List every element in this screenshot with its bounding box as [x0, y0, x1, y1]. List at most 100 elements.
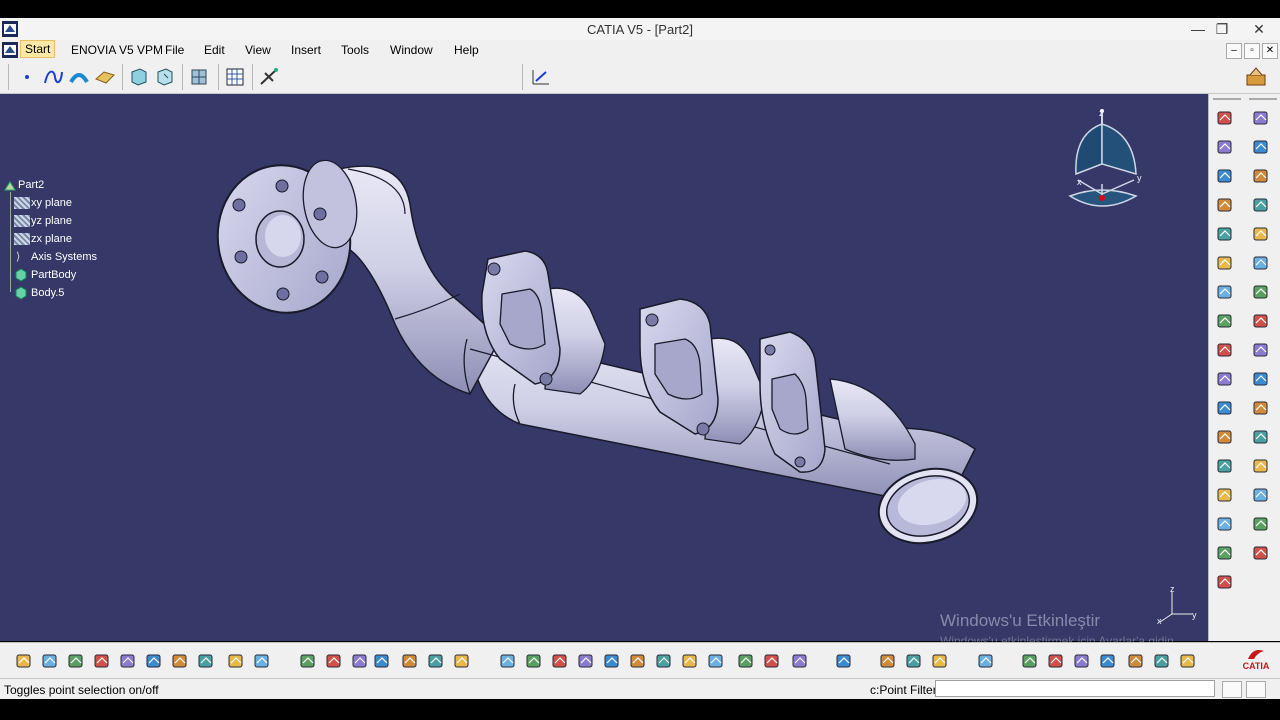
menu-insert[interactable]: Insert [291, 42, 321, 58]
shell-icon[interactable] [1215, 369, 1235, 389]
point-icon[interactable] [16, 66, 38, 88]
apply-material-icon[interactable] [1251, 514, 1271, 534]
normal-view-icon[interactable] [654, 651, 674, 671]
slot-icon[interactable] [1215, 253, 1235, 273]
scale-icon[interactable] [1251, 224, 1271, 244]
pattern-icon[interactable] [1251, 195, 1271, 215]
sketcher-icon[interactable] [530, 66, 552, 88]
thick-surface-icon[interactable] [1215, 485, 1235, 505]
doc-minimize-button[interactable]: – [1226, 43, 1242, 59]
menu-help[interactable]: Help [454, 42, 479, 58]
print-icon[interactable] [92, 651, 112, 671]
quick-view-icon[interactable] [680, 651, 700, 671]
surface-icon[interactable] [94, 66, 116, 88]
menu-file[interactable]: File [165, 42, 184, 58]
close-surface-icon[interactable] [1215, 514, 1235, 534]
save-icon[interactable] [66, 651, 86, 671]
whats-this-icon[interactable] [252, 651, 272, 671]
thread-icon[interactable] [1215, 427, 1235, 447]
fillet-icon[interactable] [1215, 282, 1235, 302]
fly-mode-icon[interactable] [498, 651, 518, 671]
law-icon[interactable] [350, 651, 370, 671]
rotate-view-icon[interactable] [576, 651, 596, 671]
tools-icon[interactable] [188, 66, 210, 88]
sketch-icon[interactable] [1251, 340, 1271, 360]
pan-icon[interactable] [550, 651, 570, 671]
doc-restore-button[interactable]: ▫ [1244, 43, 1260, 59]
redo-icon[interactable] [226, 651, 246, 671]
paste-icon[interactable] [170, 651, 190, 671]
line-icon[interactable] [1251, 398, 1271, 418]
menu-window[interactable]: Window [390, 42, 433, 58]
spline-icon[interactable] [42, 66, 64, 88]
menu-start[interactable]: Start [20, 40, 56, 58]
reaction-icon[interactable] [426, 651, 446, 671]
undo-icon[interactable] [196, 651, 216, 671]
draft-icon[interactable] [1215, 340, 1235, 360]
new-icon[interactable] [14, 651, 34, 671]
3d-viewport[interactable]: Part2 xy plane yz plane zx plane ⟩ Axis … [0, 94, 1208, 641]
sweep-icon[interactable] [68, 66, 90, 88]
zoom-in-icon[interactable] [602, 651, 622, 671]
tolerance-icon[interactable] [1152, 651, 1172, 671]
rotate-icon[interactable] [1251, 108, 1271, 128]
plane-icon[interactable] [1251, 427, 1271, 447]
measure-item-icon[interactable] [1251, 485, 1271, 505]
grid-icon[interactable] [224, 66, 246, 88]
sew-icon[interactable] [1215, 543, 1235, 563]
catalog-icon[interactable] [1251, 543, 1271, 563]
shaft-icon[interactable] [1215, 166, 1235, 186]
extract-icon[interactable] [128, 66, 150, 88]
document-icon[interactable] [2, 42, 18, 58]
pocket-icon[interactable] [1215, 137, 1235, 157]
select-icon[interactable] [878, 651, 898, 671]
grab-icon[interactable] [1046, 651, 1066, 671]
status-button-2[interactable] [1246, 681, 1266, 698]
reference-point-icon[interactable] [1251, 369, 1271, 389]
join-icon[interactable] [154, 66, 176, 88]
thickness-icon[interactable] [1215, 398, 1235, 418]
iso-view-icon[interactable] [706, 651, 726, 671]
chamfer-icon[interactable] [1215, 311, 1235, 331]
boolean-icon[interactable] [1251, 253, 1271, 273]
mirror-icon[interactable] [1251, 166, 1271, 186]
tools-palette-icon[interactable] [1178, 651, 1198, 671]
hole-icon[interactable] [1215, 195, 1235, 215]
copy-icon[interactable] [144, 651, 164, 671]
swap-space-icon[interactable] [790, 651, 810, 671]
snap-icon[interactable] [1020, 651, 1040, 671]
measure-item-small[interactable] [1126, 651, 1146, 671]
doc-close-button[interactable]: ✕ [1262, 43, 1278, 59]
command-input[interactable] [935, 680, 1215, 697]
analysis-icon[interactable] [1251, 311, 1271, 331]
menu-tools[interactable]: Tools [341, 42, 369, 58]
exhaust-manifold-model[interactable] [0, 94, 1208, 641]
close-button[interactable]: ✕ [1238, 19, 1280, 39]
table-icon[interactable] [372, 651, 392, 671]
formula-icon[interactable] [298, 651, 318, 671]
menu-enovia[interactable]: ENOVIA V5 VPM [71, 42, 163, 58]
open-icon[interactable] [40, 651, 60, 671]
compass-widget[interactable] [1064, 104, 1144, 214]
axis-icon[interactable] [1251, 456, 1271, 476]
pad-icon[interactable] [1215, 108, 1235, 128]
status-button-1[interactable] [1222, 681, 1242, 698]
ruler-icon[interactable] [930, 651, 950, 671]
fit-all-icon[interactable] [524, 651, 544, 671]
measure-between-icon[interactable] [1098, 651, 1118, 671]
translate-icon[interactable] [1215, 572, 1235, 592]
scan-icon[interactable] [904, 651, 924, 671]
split-icon[interactable] [1215, 456, 1235, 476]
symmetry-icon[interactable] [1251, 137, 1271, 157]
capture-icon[interactable] [976, 651, 996, 671]
axis-icon-small[interactable] [1072, 651, 1092, 671]
cut-icon[interactable] [118, 651, 138, 671]
restore-button[interactable]: ❐ [1208, 19, 1236, 39]
hide-show-icon[interactable] [762, 651, 782, 671]
workbench-icon[interactable] [1244, 65, 1268, 89]
menu-edit[interactable]: Edit [204, 42, 225, 58]
zoom-out-icon[interactable] [628, 651, 648, 671]
rib-icon[interactable] [1215, 224, 1235, 244]
constraint-icon[interactable] [1251, 282, 1271, 302]
knowledge-icon[interactable] [400, 651, 420, 671]
